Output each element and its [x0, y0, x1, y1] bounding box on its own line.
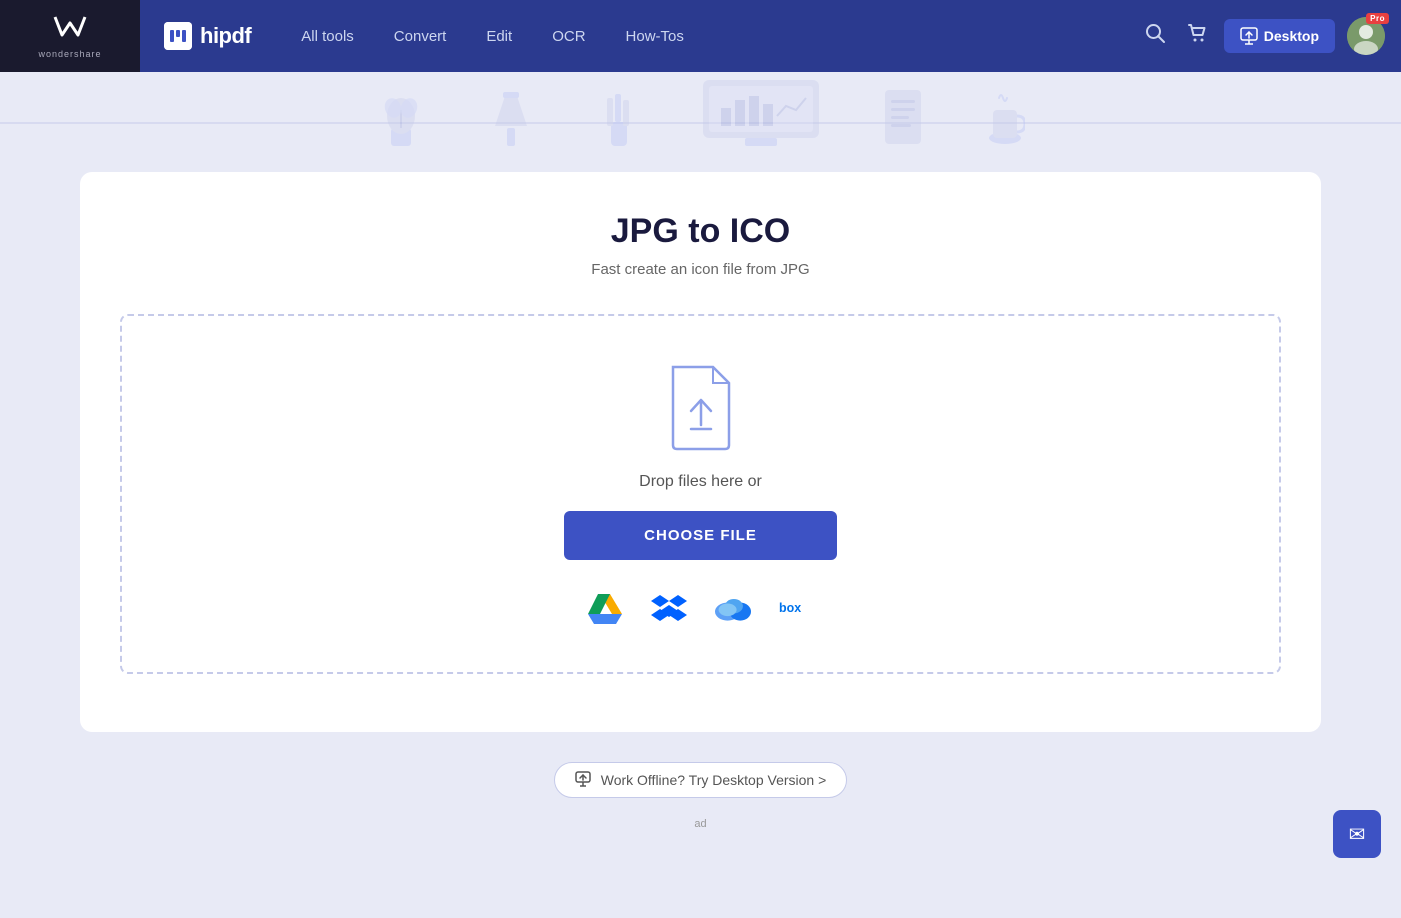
desktop-button[interactable]: Desktop	[1224, 19, 1335, 53]
nav-ocr[interactable]: OCR	[534, 20, 603, 53]
nav-links: All tools Convert Edit OCR How-Tos	[283, 20, 1140, 53]
deco-pencils	[597, 90, 641, 158]
upload-icon	[661, 363, 741, 453]
wondershare-text: wondershare	[38, 49, 101, 59]
main-card: JPG to ICO Fast create an icon file from…	[80, 172, 1321, 732]
nav-actions: Desktop Pro	[1140, 17, 1401, 55]
navbar: wondershare hipdf All tools Convert Edit…	[0, 0, 1401, 72]
choose-file-button[interactable]: CHOOSE FILE	[564, 511, 837, 560]
nav-all-tools[interactable]: All tools	[283, 20, 372, 53]
nav-how-tos[interactable]: How-Tos	[608, 20, 702, 53]
deco-plant	[377, 86, 425, 158]
drop-text: Drop files here or	[639, 473, 762, 491]
wondershare-logo-icon	[53, 13, 87, 47]
dropbox-icon[interactable]	[651, 590, 687, 626]
desktop-btn-label: Desktop	[1264, 28, 1319, 44]
ad-label: ad	[0, 818, 1401, 830]
deco-lamp	[485, 86, 537, 158]
hipdf-name: hipdf	[200, 23, 251, 49]
cloud-service-icons: box	[587, 590, 815, 626]
search-icon[interactable]	[1140, 18, 1170, 54]
google-drive-icon[interactable]	[587, 590, 623, 626]
email-icon: ✉	[1349, 822, 1366, 847]
hero-decorations	[377, 78, 1025, 166]
desktop-banner-icon	[575, 771, 593, 789]
wondershare-brand[interactable]: wondershare	[0, 0, 140, 72]
desktop-banner[interactable]: Work Offline? Try Desktop Version >	[554, 762, 848, 798]
box-icon[interactable]: box	[779, 590, 815, 626]
desktop-banner-text: Work Offline? Try Desktop Version >	[601, 772, 827, 788]
hipdf-brand[interactable]: hipdf	[140, 22, 283, 50]
svg-text:box: box	[779, 601, 801, 615]
deco-monitor	[701, 78, 821, 158]
cart-icon[interactable]	[1182, 18, 1212, 54]
nav-edit[interactable]: Edit	[468, 20, 530, 53]
pro-badge: Pro	[1366, 13, 1389, 24]
user-avatar-wrap[interactable]: Pro	[1347, 17, 1385, 55]
page-subtitle: Fast create an icon file from JPG	[120, 261, 1281, 278]
page-title: JPG to ICO	[120, 212, 1281, 251]
onedrive-icon[interactable]	[715, 590, 751, 626]
deco-doc	[881, 86, 925, 158]
nav-convert[interactable]: Convert	[376, 20, 465, 53]
drop-zone[interactable]: Drop files here or CHOOSE FILE	[120, 314, 1281, 674]
hipdf-icon	[164, 22, 192, 50]
email-float-button[interactable]: ✉	[1333, 810, 1381, 858]
hero-background	[0, 72, 1401, 172]
deco-coffee	[985, 90, 1025, 158]
